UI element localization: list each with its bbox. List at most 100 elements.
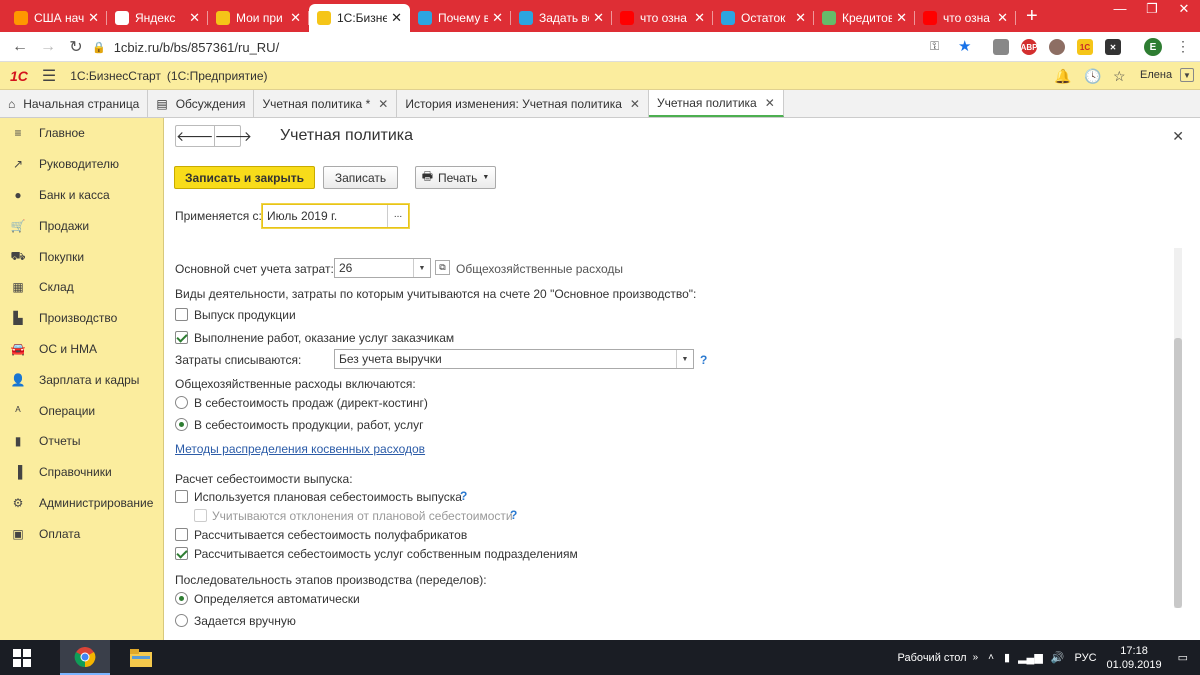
sidebar-item[interactable]: ▣ Оплата xyxy=(0,518,163,549)
auto-sequence-label[interactable]: Определяется автоматически xyxy=(194,592,360,606)
scrollbar-thumb[interactable] xyxy=(1174,338,1182,608)
planned-cost-label[interactable]: Используется плановая себестоимость выпу… xyxy=(194,490,462,504)
browser-tab[interactable]: что озна ✕ xyxy=(612,4,713,32)
browser-tab[interactable]: Задать во ✕ xyxy=(511,4,612,32)
minimize-icon[interactable]: — xyxy=(1104,0,1136,18)
sidebar-item[interactable]: ↗ Руководителю xyxy=(0,149,163,180)
sidebar-item[interactable]: 👤 Зарплата и кадры xyxy=(0,364,163,395)
desktop-label[interactable]: Рабочий стол xyxy=(898,652,967,664)
close-window-icon[interactable]: ✕ xyxy=(1168,0,1200,18)
tab-close-icon[interactable]: ✕ xyxy=(88,10,99,26)
distribution-methods-link[interactable]: Методы распределения косвенных расходов xyxy=(175,442,425,456)
notifications-bell-icon[interactable]: 🔔 xyxy=(1054,68,1071,85)
chevron-down-icon[interactable]: ▼ xyxy=(676,350,693,368)
planned-cost-checkbox[interactable] xyxy=(175,490,188,503)
sidebar-item[interactable]: ⚙ Администрирование xyxy=(0,488,163,519)
chrome-taskbar-icon[interactable] xyxy=(60,640,110,675)
sidebar-item[interactable]: ● Банк и касса xyxy=(0,180,163,211)
sidebar-item[interactable]: ≡ Главное xyxy=(0,118,163,149)
browser-tab[interactable]: Кредитов ✕ xyxy=(814,4,915,32)
sidebar-item[interactable]: 🛒 Продажи xyxy=(0,210,163,241)
print-button[interactable]: 🖶 Печать ▼ xyxy=(415,166,496,189)
semi-finished-checkbox[interactable] xyxy=(175,528,188,541)
1c-extension-icon[interactable]: 1С xyxy=(1077,39,1093,55)
browser-menu-icon[interactable]: ⋮ xyxy=(1176,38,1190,55)
reload-icon[interactable]: ↻ xyxy=(62,37,90,57)
extension-gray-icon[interactable] xyxy=(993,39,1009,55)
own-divisions-label[interactable]: Рассчитывается себестоимость услуг собст… xyxy=(194,547,578,561)
signal-icon[interactable]: ▂▄▆ xyxy=(1018,651,1043,664)
page-tab[interactable]: Учетная политика ✕ xyxy=(648,90,784,117)
close-icon[interactable]: ✕ xyxy=(765,96,775,110)
chevron-down-icon[interactable]: ▼ xyxy=(413,259,430,277)
close-icon[interactable]: ✕ xyxy=(1172,128,1184,145)
page-tab[interactable]: ▤ Обсуждения xyxy=(148,90,255,117)
browser-tab[interactable]: Почему в ✕ xyxy=(410,4,511,32)
page-tab[interactable]: ⌂ Начальная страница xyxy=(0,90,149,117)
own-divisions-checkbox[interactable] xyxy=(175,547,188,560)
windows-start-icon[interactable] xyxy=(0,640,44,675)
sidebar-item[interactable]: ▮ Отчеты xyxy=(0,426,163,457)
url-field[interactable]: 🔒 1cbiz.ru/b/bs/857361/ru_RU/ xyxy=(92,37,982,57)
manual-sequence-label[interactable]: Задается вручную xyxy=(194,614,296,628)
chevron-right-icon[interactable]: » xyxy=(973,652,979,663)
close-icon[interactable]: ✕ xyxy=(630,97,640,111)
browser-tab[interactable]: США нач ✕ xyxy=(6,4,107,32)
close-icon[interactable]: ✕ xyxy=(378,97,388,111)
adblock-icon[interactable]: ABP xyxy=(1021,39,1037,55)
writeoff-select[interactable]: Без учета выручки ▼ xyxy=(334,349,694,369)
browser-tab[interactable]: Мои при ✕ xyxy=(208,4,309,32)
production-cost-label[interactable]: В себестоимость продукции, работ, услуг xyxy=(194,418,424,432)
sidebar-item[interactable]: ▐ Справочники xyxy=(0,457,163,488)
settings-menu-icon[interactable]: ▼ xyxy=(1180,68,1194,82)
file-explorer-icon[interactable] xyxy=(116,640,166,675)
tab-close-icon[interactable]: ✕ xyxy=(694,10,705,26)
help-icon[interactable]: ? xyxy=(510,508,517,522)
back-arrow-icon[interactable]: 🡐 xyxy=(176,126,215,146)
tab-close-icon[interactable]: ✕ xyxy=(189,10,200,26)
sidebar-item[interactable]: ▙ Производство xyxy=(0,303,163,334)
auto-sequence-radio[interactable] xyxy=(175,592,188,605)
network-icon[interactable]: ▮ xyxy=(1004,651,1010,664)
applies-date-field[interactable]: Июль 2019 г. ... xyxy=(262,204,409,228)
new-tab-icon[interactable]: + xyxy=(1026,5,1038,28)
maximize-icon[interactable]: ❐ xyxy=(1136,0,1168,18)
chevron-up-icon[interactable]: ˄ xyxy=(988,652,994,663)
avatar-extension-icon[interactable] xyxy=(1049,39,1065,55)
save-and-close-button[interactable]: Записать и закрыть xyxy=(174,166,315,189)
help-icon[interactable]: ? xyxy=(700,353,707,367)
forward-arrow-icon[interactable]: 🡒 xyxy=(215,126,253,146)
sidebar-item[interactable]: ⛟ Покупки xyxy=(0,241,163,272)
sidebar-item[interactable]: 🚘 ОС и НМА xyxy=(0,334,163,365)
products-label[interactable]: Выпуск продукции xyxy=(194,308,296,322)
notifications-icon[interactable]: ▭ xyxy=(1178,651,1188,664)
extension-arrow-icon[interactable]: ✕ xyxy=(1105,39,1121,55)
tab-close-icon[interactable]: ✕ xyxy=(290,10,301,26)
deviation-checkbox[interactable] xyxy=(194,509,207,522)
profile-avatar[interactable]: E xyxy=(1144,38,1162,56)
products-checkbox[interactable] xyxy=(175,308,188,321)
back-icon[interactable]: ← xyxy=(6,38,34,56)
help-icon[interactable]: ? xyxy=(460,489,467,503)
manual-sequence-radio[interactable] xyxy=(175,614,188,627)
tab-close-icon[interactable]: ✕ xyxy=(795,10,806,26)
tab-close-icon[interactable]: ✕ xyxy=(492,10,503,26)
volume-icon[interactable]: 🔊 xyxy=(1051,651,1065,664)
browser-tab[interactable]: Яндекс ✕ xyxy=(107,4,208,32)
production-cost-radio[interactable] xyxy=(175,418,188,431)
sidebar-item[interactable]: ᴬ Операции xyxy=(0,395,163,426)
forward-icon[interactable]: → xyxy=(34,38,62,56)
semi-finished-label[interactable]: Рассчитывается себестоимость полуфабрика… xyxy=(194,528,467,542)
user-name[interactable]: Елена xyxy=(1140,69,1172,81)
favorites-star-icon[interactable]: ☆ xyxy=(1113,68,1126,85)
direct-costing-label[interactable]: В себестоимость продаж (директ-костинг) xyxy=(194,396,428,410)
browser-tab[interactable]: Остаток ✕ xyxy=(713,4,814,32)
account-field[interactable]: 26 ▼ xyxy=(334,258,431,278)
direct-costing-radio[interactable] xyxy=(175,396,188,409)
browser-tab[interactable]: что озна ✕ xyxy=(915,4,1016,32)
open-account-icon[interactable]: ⧉ xyxy=(435,260,450,275)
select-period-button[interactable]: ... xyxy=(387,205,408,227)
main-menu-icon[interactable]: ☰ xyxy=(42,66,56,86)
services-checkbox[interactable] xyxy=(175,331,188,344)
page-tab[interactable]: История изменения: Учетная политика ✕ xyxy=(397,90,649,117)
